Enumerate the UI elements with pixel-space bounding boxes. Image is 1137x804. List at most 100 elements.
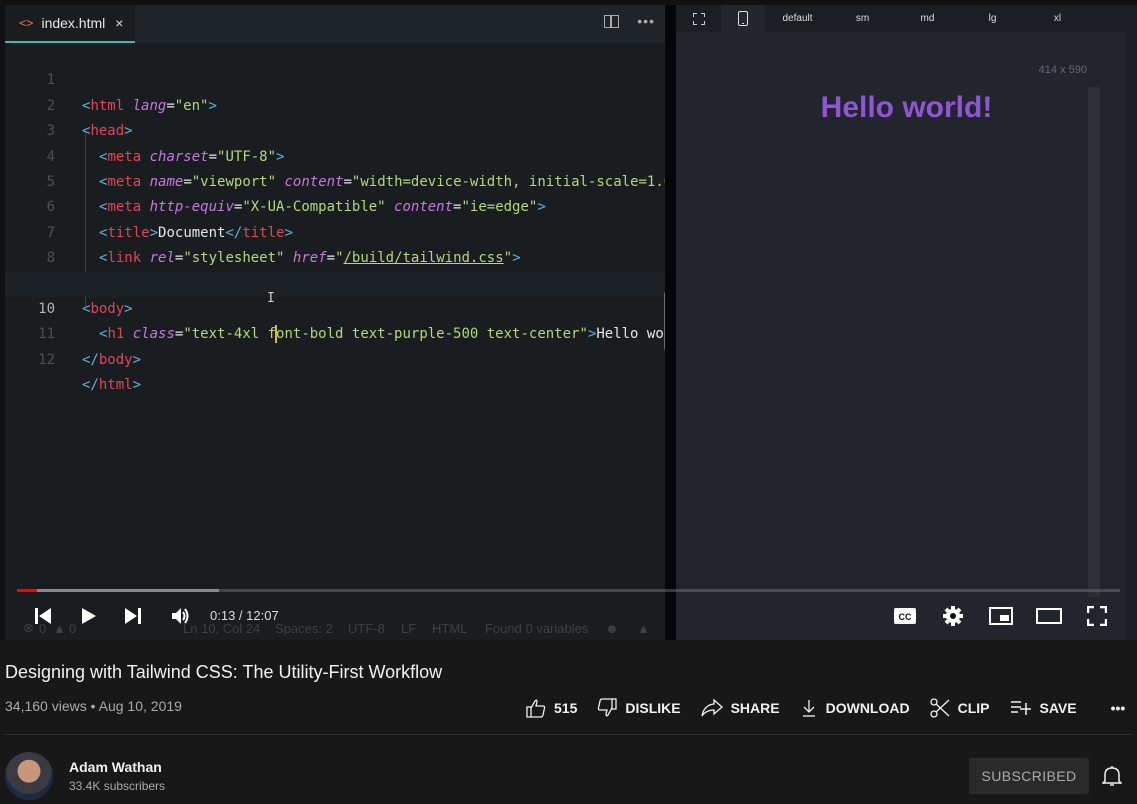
- fullscreen-button[interactable]: [1084, 600, 1110, 632]
- code-line: 8 </head>: [5, 221, 665, 291]
- notification-bell-button[interactable]: [1101, 765, 1123, 792]
- pane-divider[interactable]: [665, 5, 676, 640]
- next-button[interactable]: [120, 600, 146, 632]
- breakpoint-default[interactable]: default: [765, 5, 830, 32]
- subscriber-count: 33.4K subscribers: [69, 779, 166, 793]
- responsive-preview: default sm md lg xl 414 x 590 Hello worl…: [676, 5, 1137, 640]
- tab-label: index.html: [41, 15, 106, 31]
- tab-index-html[interactable]: <> index.html ×: [5, 5, 135, 43]
- scissors-icon: [929, 698, 950, 718]
- token: </: [82, 377, 99, 394]
- volume-button[interactable]: [168, 600, 194, 632]
- code-line: 2 <head>: [5, 68, 665, 139]
- device-toggle-button[interactable]: [721, 5, 765, 32]
- download-icon: [802, 700, 815, 717]
- player-controls: 0:13 / 12:07 CC: [0, 600, 1137, 632]
- share-icon: [700, 698, 723, 717]
- fullscreen-icon: [692, 12, 705, 25]
- channel-avatar[interactable]: [5, 752, 53, 800]
- dislike-button[interactable]: DISLIKE: [597, 698, 681, 718]
- theater-mode-icon: [1036, 608, 1062, 624]
- code-line: 3 <meta charset="UTF-8">: [5, 94, 665, 164]
- breakpoint-md[interactable]: md: [895, 5, 960, 32]
- fullscreen-icon: [1087, 606, 1107, 626]
- share-label: SHARE: [730, 700, 780, 716]
- token: >: [132, 377, 142, 394]
- like-button[interactable]: 515: [526, 698, 577, 718]
- time-display: 0:13 / 12:07: [210, 608, 279, 623]
- bell-icon: [1101, 766, 1123, 786]
- download-label: DOWNLOAD: [825, 700, 910, 716]
- volume-icon: [172, 608, 189, 624]
- breakpoint-lg[interactable]: lg: [960, 5, 1025, 32]
- theater-mode-button[interactable]: [1036, 600, 1062, 632]
- seek-bar[interactable]: [17, 589, 1120, 592]
- previous-button[interactable]: [30, 600, 56, 632]
- settings-gear-icon: [943, 606, 963, 626]
- code-line: 1 <html lang="en">: [5, 43, 665, 113]
- video-player[interactable]: <> index.html × ••• 1 <html lang="en"> 2…: [0, 0, 1137, 640]
- line-number: 12: [38, 351, 55, 368]
- token: </: [82, 351, 99, 368]
- html-file-icon: <>: [19, 16, 34, 30]
- token: html: [98, 377, 133, 394]
- subscribed-button[interactable]: SUBSCRIBED: [969, 758, 1089, 794]
- preview-heading: Hello world!: [820, 91, 993, 124]
- clip-label: CLIP: [957, 700, 990, 716]
- code-line-active: 10 <h1 class="text-4xl font-bold text-pu…: [5, 271, 672, 344]
- code-area[interactable]: 1 <html lang="en"> 2 <head> 3 <meta char…: [5, 43, 681, 393]
- viewport-dimensions: 414 x 590: [1038, 64, 1087, 76]
- token: body: [98, 351, 133, 368]
- dislike-label: DISLIKE: [625, 700, 681, 716]
- previous-icon: [35, 608, 51, 624]
- code-line: 7 <link rel="stylesheet" href="/build/ta…: [5, 195, 665, 266]
- more-actions-icon[interactable]: •••: [637, 14, 655, 28]
- breakpoint-sm[interactable]: sm: [830, 5, 895, 32]
- next-icon: [125, 608, 141, 624]
- code-line: 5 <meta http-equiv="X-UA-Compatible" con…: [5, 145, 665, 215]
- code-editor: <> index.html × ••• 1 <html lang="en"> 2…: [5, 5, 681, 640]
- code-line: 11 </body>: [5, 297, 665, 367]
- clip-button[interactable]: CLIP: [929, 698, 990, 718]
- code-line: 6 <title>Document</title>: [5, 170, 665, 240]
- save-label: SAVE: [1039, 700, 1077, 716]
- svg-text:CC: CC: [899, 612, 912, 622]
- settings-button[interactable]: [940, 600, 966, 632]
- video-meta: 34,160 views • Aug 10, 2019: [5, 698, 182, 714]
- video-actions: 515 DISLIKE SHARE DOWNLOAD CLIP SAVE •••: [526, 696, 1137, 720]
- ibeam-cursor-icon: I: [267, 291, 275, 306]
- breakpoint-xl[interactable]: xl: [1025, 5, 1090, 32]
- fullscreen-preview-button[interactable]: [676, 5, 721, 32]
- play-icon: [82, 608, 96, 624]
- share-button[interactable]: SHARE: [700, 698, 780, 718]
- phone-icon: [738, 11, 748, 26]
- token: >: [132, 351, 142, 368]
- code-line: 4 <meta name="viewport" content="width=d…: [5, 119, 681, 190]
- captions-icon: CC: [894, 608, 916, 624]
- code-line: 12 </html>: [5, 322, 665, 393]
- thumbs-down-icon: [598, 698, 618, 717]
- thumbs-up-icon: [526, 699, 546, 718]
- preview-edge: [1125, 32, 1137, 640]
- like-count: 515: [554, 700, 578, 716]
- download-button[interactable]: DOWNLOAD: [800, 698, 910, 718]
- preview-resize-handle[interactable]: [1088, 87, 1100, 597]
- editor-tab-bar: <> index.html × •••: [5, 5, 665, 43]
- playlist-add-icon: [1010, 701, 1031, 715]
- captions-button[interactable]: CC: [892, 600, 918, 632]
- divider: [5, 734, 1132, 735]
- split-editor-icon[interactable]: [604, 15, 620, 28]
- more-actions-button[interactable]: •••: [1111, 700, 1126, 716]
- channel-name[interactable]: Adam Wathan: [69, 759, 162, 775]
- code-line: 9 <body>: [5, 246, 665, 317]
- miniplayer-button[interactable]: [988, 600, 1014, 632]
- buffered-bar: [17, 589, 219, 592]
- video-title: Designing with Tailwind CSS: The Utility…: [5, 662, 443, 682]
- save-button[interactable]: SAVE: [1010, 700, 1077, 716]
- close-tab-icon[interactable]: ×: [115, 15, 123, 31]
- miniplayer-icon: [989, 607, 1013, 625]
- more-icon: •••: [1110, 700, 1126, 716]
- editor-actions: •••: [604, 14, 655, 28]
- played-bar: [17, 589, 37, 592]
- play-button[interactable]: [76, 600, 102, 632]
